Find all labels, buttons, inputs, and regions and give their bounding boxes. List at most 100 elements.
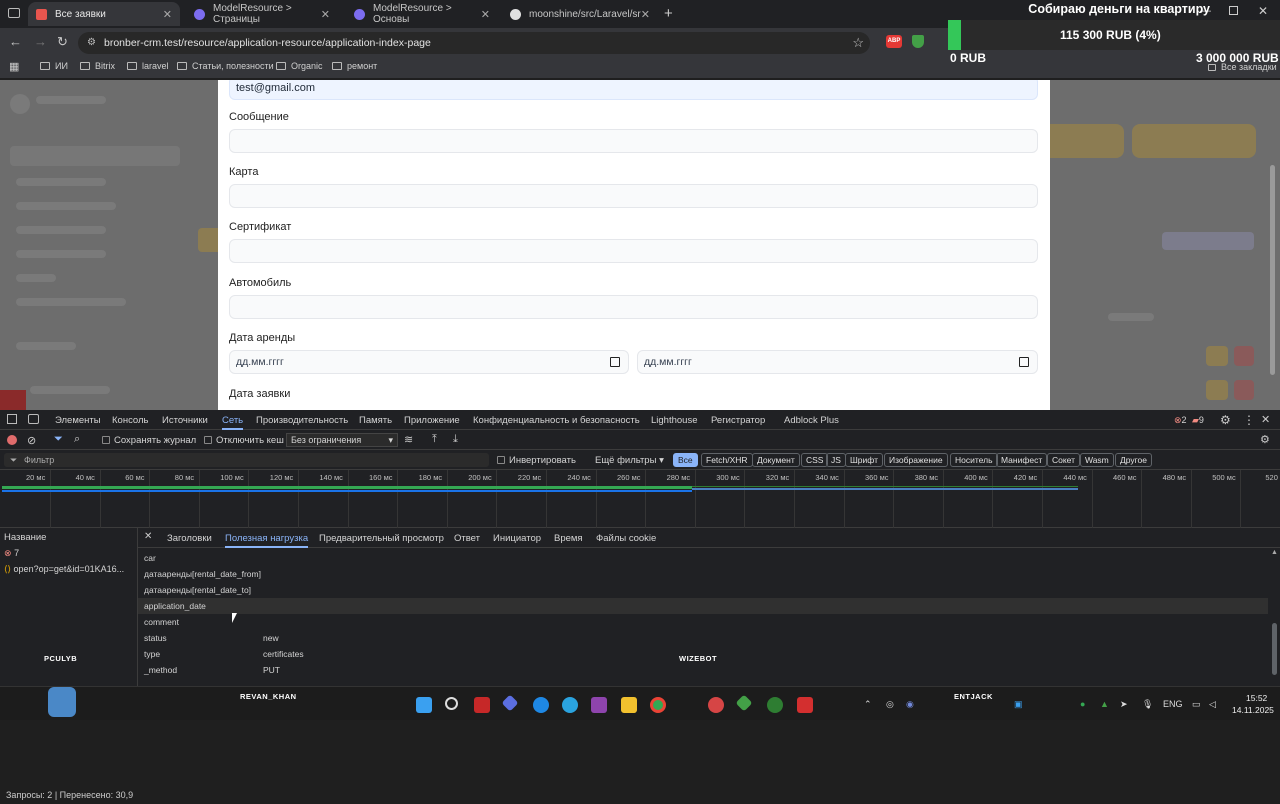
scroll-up-icon[interactable]: ▲ (1271, 549, 1278, 556)
type-filter-media[interactable]: Носитель (950, 453, 998, 467)
type-filter-all[interactable]: Все (673, 453, 698, 467)
filter-funnel-icon[interactable]: ⏷ (54, 433, 63, 446)
detail-tab-headers[interactable]: Заголовки (167, 533, 212, 544)
network-settings-icon[interactable]: ⚙ (1260, 433, 1270, 446)
start-menu-icon[interactable] (416, 697, 432, 713)
close-tab-icon[interactable]: ✕ (481, 8, 490, 21)
type-filter-css[interactable]: CSS (801, 453, 829, 467)
name-column-header[interactable]: Название (4, 532, 46, 543)
close-detail-icon[interactable]: ✕ (144, 531, 152, 542)
invert-checkbox[interactable]: Инвертировать (497, 455, 576, 466)
browser-tab-all-applications[interactable]: Все заявки ✕ (28, 2, 180, 26)
apps-grid-icon[interactable]: ▦ (9, 60, 19, 73)
close-tab-icon[interactable]: ✕ (163, 8, 172, 21)
devtools-tab-lighthouse[interactable]: Lighthouse (651, 415, 697, 426)
detail-tab-initiator[interactable]: Инициатор (493, 533, 541, 544)
browser-tab-modelresource-basics[interactable]: ModelResource > Основы ✕ (346, 2, 498, 26)
language-indicator[interactable]: ENG (1163, 699, 1183, 709)
git-client-icon[interactable] (501, 694, 519, 712)
devtools-tab-application[interactable]: Приложение (404, 415, 460, 426)
forward-icon[interactable]: → (34, 34, 47, 49)
tray-app-icon[interactable]: ● (1080, 699, 1085, 709)
warning-count-badge[interactable]: ▰9 (1192, 415, 1204, 426)
inspect-element-icon[interactable] (7, 414, 17, 424)
discord-icon[interactable]: ◉ (906, 699, 914, 710)
filter-input[interactable]: ⏷ Фильтр (4, 453, 489, 467)
edge-browser-icon[interactable] (533, 697, 549, 713)
tray-app-icon[interactable]: ▲ (1100, 699, 1109, 709)
url-input[interactable]: ⚙ bronber-crm.test/resource/application-… (78, 32, 870, 54)
devtools-tab-sources[interactable]: Источники (162, 415, 208, 426)
request-row[interactable]: ⟨⟩ open?op=get&id=01KA16... (0, 564, 138, 578)
bookmark-folder-organic[interactable]: Organic (276, 61, 323, 71)
devtools-tab-network[interactable]: Сеть (222, 415, 244, 430)
tab-search-icon[interactable] (8, 8, 20, 18)
back-icon[interactable]: ← (9, 34, 22, 49)
bookmark-folder-repair[interactable]: ремонт (332, 61, 377, 71)
browser-tab-modelresource-pages[interactable]: ModelResource > Страницы ✕ (186, 2, 338, 26)
bookmark-star-icon[interactable]: ☆ (852, 32, 864, 54)
disable-cache-checkbox[interactable]: Отключить кеш (204, 435, 284, 446)
file-explorer-icon[interactable] (621, 697, 637, 713)
request-row[interactable]: ⊗ 7 (0, 548, 138, 562)
page-scrollbar[interactable] (1270, 165, 1275, 375)
detail-tab-payload[interactable]: Полезная нагрузка (225, 533, 309, 548)
network-timeline[interactable]: 20 мс 40 мс 60 мс 80 мс 100 мс 120 мс 140 мс 16… (0, 470, 1280, 528)
payload-row[interactable]: датааренды[rental_date_to] (138, 582, 1268, 598)
throttling-select[interactable]: Без ограничения ▾ (286, 433, 398, 447)
email-field[interactable]: test@gmail.com (229, 80, 1038, 100)
payload-row[interactable]: _method PUT (138, 662, 1268, 678)
type-filter-js[interactable]: JS (826, 453, 846, 467)
car-select[interactable] (229, 295, 1038, 319)
type-filter-document[interactable]: Документ (752, 453, 800, 467)
type-filter-manifest[interactable]: Манифест (996, 453, 1048, 467)
network-conditions-icon[interactable]: ≋ (404, 433, 413, 446)
search-icon[interactable]: ⌕ (74, 433, 80, 446)
filezilla-icon[interactable] (474, 697, 490, 713)
volume-icon[interactable]: ◁ (1209, 699, 1216, 710)
browser-app-icon[interactable] (708, 697, 724, 713)
devtools-tab-recorder[interactable]: Регистратор (711, 415, 765, 426)
payload-row[interactable]: application_date (138, 598, 1268, 614)
browser-tab-github[interactable]: moonshine/src/Laravel/src/Http ✕ (502, 2, 658, 26)
preserve-log-checkbox[interactable]: Сохранять журнал (102, 435, 196, 446)
certificate-select[interactable] (229, 239, 1038, 263)
close-devtools-icon[interactable]: ✕ (1261, 413, 1270, 426)
detail-tab-preview[interactable]: Предварительный просмотр (319, 533, 444, 544)
more-options-icon[interactable]: ⋮ (1243, 413, 1255, 427)
device-toolbar-icon[interactable] (28, 414, 39, 424)
shield-extension-icon[interactable] (912, 35, 924, 48)
clock-time[interactable]: 15:52 (1246, 693, 1267, 703)
export-har-icon[interactable]: ⤓ (453, 433, 458, 446)
devtools-tab-console[interactable]: Консоль (112, 415, 149, 426)
devtools-tab-elements[interactable]: Элементы (55, 415, 101, 426)
rental-date-to-input[interactable]: дд.мм.гггг (637, 350, 1038, 374)
bookmark-folder-ai[interactable]: ИИ (40, 61, 68, 71)
detail-tab-response[interactable]: Ответ (454, 533, 480, 544)
payload-row[interactable]: датааренды[rental_date_from] (138, 566, 1268, 582)
calendar-icon[interactable] (1019, 357, 1029, 367)
microphone-icon[interactable]: 🎙 (1142, 699, 1153, 710)
detail-tab-timing[interactable]: Время (554, 533, 583, 544)
card-select[interactable] (229, 184, 1038, 208)
rental-date-from-input[interactable]: дд.мм.гггг (229, 350, 629, 374)
payload-row[interactable]: car (138, 550, 1268, 566)
devtools-tab-privacy[interactable]: Конфиденциальность и безопасность (473, 415, 640, 426)
telegram-tray-icon[interactable]: ➤ (1120, 699, 1128, 710)
type-filter-socket[interactable]: Сокет (1047, 453, 1081, 467)
type-filter-wasm[interactable]: Wasm (1080, 453, 1114, 467)
payload-row[interactable]: status new (138, 630, 1268, 646)
type-filter-other[interactable]: Другое (1115, 453, 1153, 467)
bookmark-folder-articles[interactable]: Статьи, полезности (177, 61, 274, 71)
chrome-icon[interactable] (650, 697, 666, 713)
payload-row[interactable]: comment (138, 614, 1268, 630)
heidisql-icon[interactable] (767, 697, 783, 713)
tray-app-icon[interactable]: ▣ (1014, 699, 1023, 710)
type-filter-image[interactable]: Изображение (884, 453, 948, 467)
clear-icon[interactable]: ⊘ (27, 434, 36, 447)
type-filter-font[interactable]: Шрифт (845, 453, 883, 467)
type-filter-fetch[interactable]: Fetch/XHR (701, 453, 753, 467)
sourcetree-icon[interactable] (735, 694, 753, 712)
maximize-window-button[interactable] (1229, 6, 1238, 15)
devtools-tab-performance[interactable]: Производительность (256, 415, 348, 426)
